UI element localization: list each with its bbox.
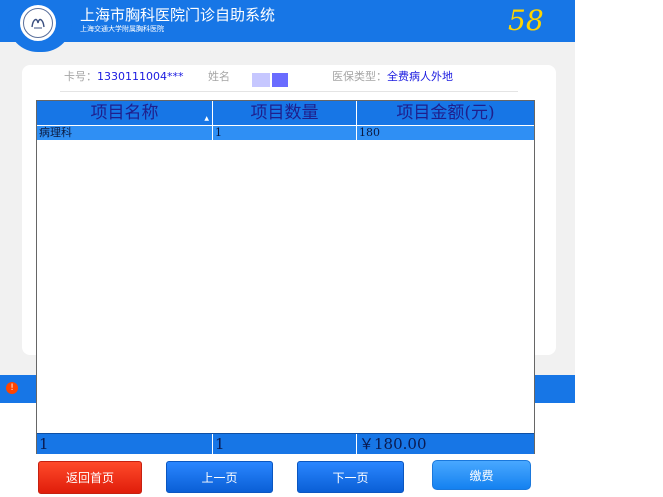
cell-item-name: 病理科 [37, 126, 213, 140]
card-number-value: 1330111004*** [97, 70, 184, 83]
insurance-type-info: 医保类型：全费病人外地 [332, 70, 453, 84]
notice-icon: ! [6, 382, 18, 394]
column-header-item-name[interactable]: 项目名称 ▲ [37, 101, 213, 125]
card-number-label: 卡号： [64, 70, 97, 83]
footer-item-count: 1 [37, 434, 213, 454]
footer-total-quantity: 1 [213, 434, 357, 454]
insurance-type-label: 医保类型： [332, 70, 387, 83]
next-page-button[interactable]: 下一页 [297, 461, 404, 493]
app-title: 上海市胸科医院门诊自助系统 [80, 6, 276, 24]
card-number-info: 卡号：1330111004*** [64, 70, 184, 84]
countdown-timer: 58 [508, 4, 544, 37]
header-bar: 上海市胸科医院门诊自助系统 上海交通大学附属胸科医院 58 [0, 0, 575, 52]
footer-total-amount: ￥180.00 [359, 435, 427, 453]
pay-button[interactable]: 缴费 [432, 460, 531, 490]
app-subtitle: 上海交通大学附属胸科医院 [80, 25, 164, 33]
patient-name-label: 姓名 [208, 70, 230, 83]
fee-items-table: 项目名称 ▲ 项目数量 项目金额(元) 病理科 1 180 1 1 ￥180.0… [36, 100, 535, 454]
table-footer-row: 1 1 ￥180.00 [37, 433, 534, 454]
column-header-amount[interactable]: 项目金额(元) [357, 101, 534, 125]
patient-name-redacted [252, 73, 288, 87]
column-header-quantity[interactable]: 项目数量 [213, 101, 357, 125]
hospital-logo-icon [18, 3, 58, 43]
logo-seal-ring [23, 8, 53, 38]
previous-page-button[interactable]: 上一页 [166, 461, 273, 493]
cell-amount: 180 [359, 126, 380, 139]
info-divider [60, 91, 518, 92]
table-header-row: 项目名称 ▲ 项目数量 项目金额(元) [37, 101, 534, 125]
column-header-item-name-label: 项目名称 [90, 103, 159, 123]
cell-quantity: 1 [213, 126, 357, 140]
table-row[interactable]: 病理科 1 180 [37, 126, 534, 140]
logo-emblem-icon [31, 18, 45, 29]
insurance-type-value: 全费病人外地 [387, 70, 453, 83]
return-home-button[interactable]: 返回首页 [38, 461, 142, 494]
